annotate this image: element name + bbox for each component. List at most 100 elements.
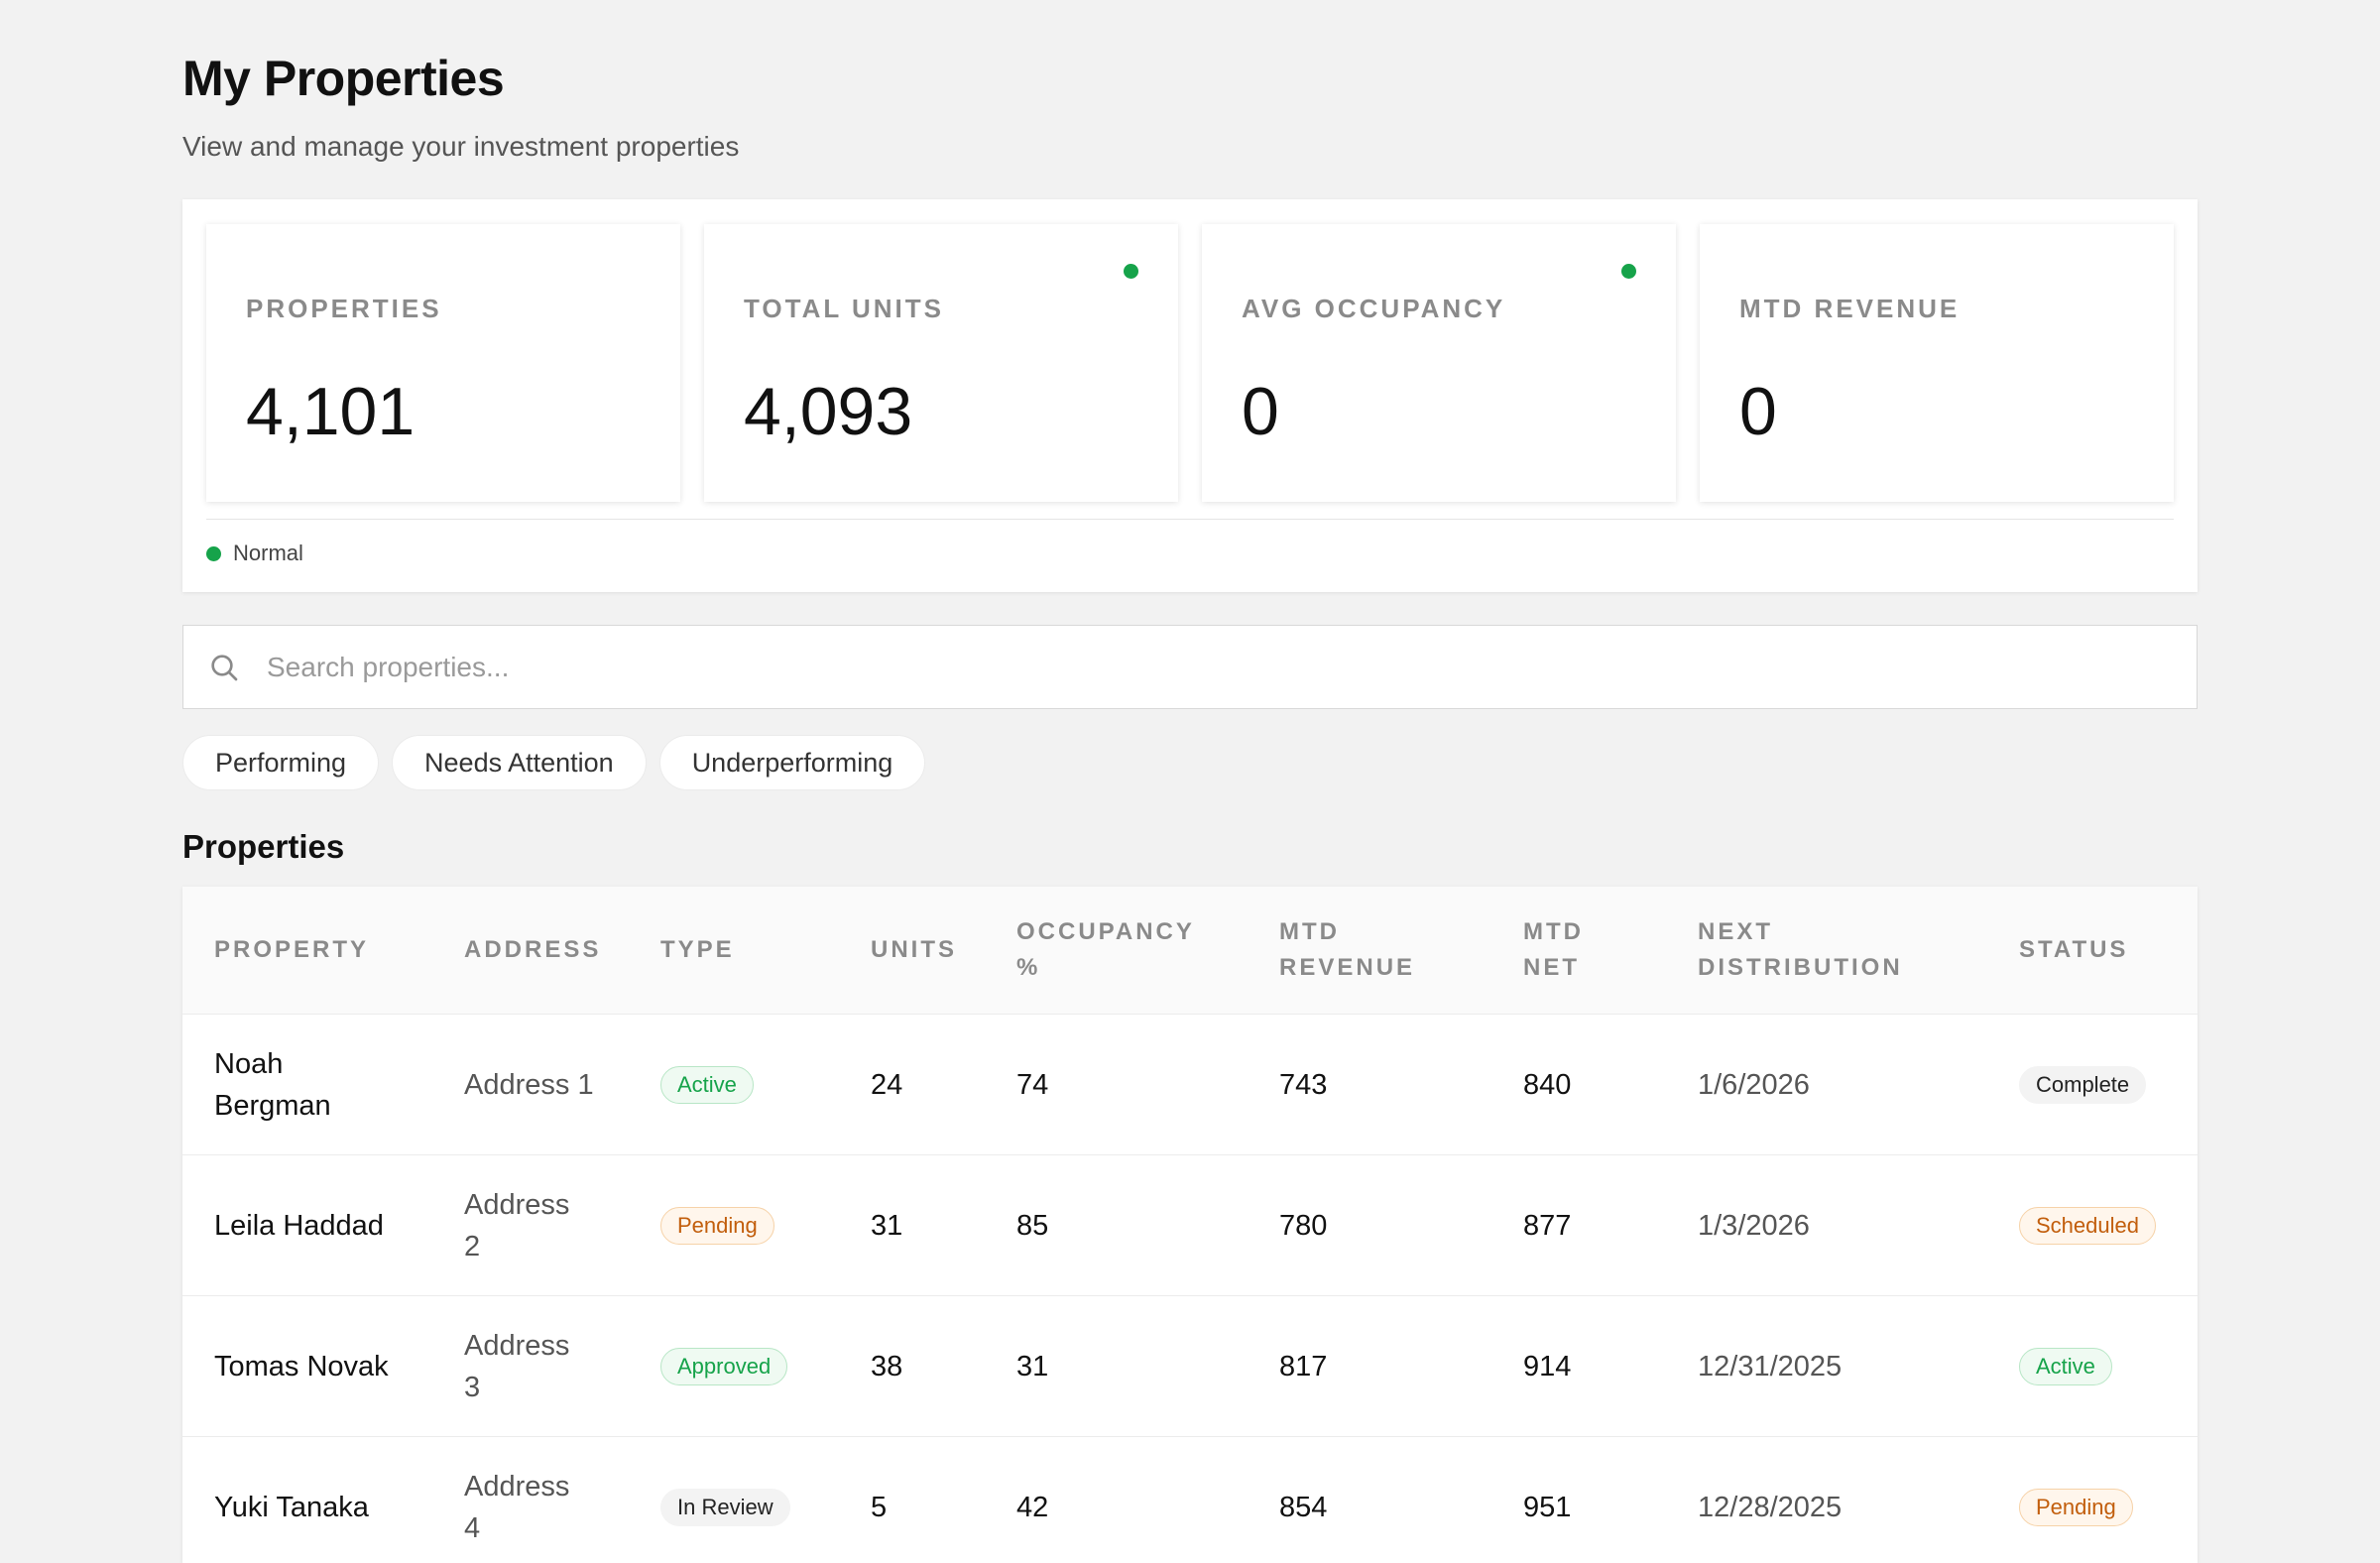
cell-units: 31 — [871, 1210, 903, 1242]
column-header-type[interactable]: TYPE — [660, 932, 735, 968]
cell-units: 5 — [871, 1492, 888, 1523]
stat-value: 4,101 — [246, 374, 416, 449]
cell-address: Address 1 — [464, 1015, 594, 1155]
cell-address: Address 3 — [464, 1296, 569, 1437]
cell-next-distribution: 1/3/2026 — [1698, 1210, 1810, 1242]
column-header-mtd-net[interactable]: MTD NET — [1523, 914, 1584, 986]
cell-mtd-revenue: 854 — [1279, 1492, 1328, 1523]
status-badge: Scheduled — [2019, 1207, 2156, 1245]
cell-units: 24 — [871, 1069, 903, 1101]
type-badge: Pending — [660, 1207, 774, 1245]
table-row[interactable]: Leila Haddad Address 2 Pending 31 85 780 … — [182, 1154, 2198, 1295]
address-text: 2 — [464, 1231, 481, 1262]
column-header-label: NET — [1523, 954, 1580, 981]
cell-occupancy: 74 — [1016, 1069, 1049, 1101]
page: My Properties View and manage your inves… — [0, 0, 2380, 1563]
status-badge: Pending — [2019, 1489, 2133, 1526]
search-bar[interactable] — [182, 625, 2198, 709]
property-name: Yuki Tanaka — [214, 1492, 369, 1523]
cell-property: Leila Haddad — [214, 1155, 384, 1296]
cell-next-distribution: 12/28/2025 — [1698, 1492, 1843, 1523]
column-header-occupancy[interactable]: OCCUPANCY% — [1016, 914, 1195, 986]
status-badge: Active — [2019, 1348, 2112, 1385]
type-badge: Active — [660, 1066, 754, 1104]
cell-occupancy: 31 — [1016, 1351, 1049, 1383]
column-header-mtd-revenue[interactable]: MTD REVENUE — [1279, 914, 1415, 986]
cell-type: Approved — [660, 1296, 788, 1437]
cell-mtd-revenue: 743 — [1279, 1069, 1328, 1101]
cell-occupancy: 42 — [1016, 1492, 1049, 1523]
column-header-address[interactable]: ADDRESS — [464, 932, 601, 968]
search-input[interactable] — [265, 636, 2197, 698]
cell-type: Pending — [660, 1155, 774, 1296]
address-text: 3 — [464, 1372, 481, 1403]
filter-chip-underperforming[interactable]: Underperforming — [658, 735, 926, 790]
address-text: Address — [464, 1189, 570, 1221]
column-header-label: UNITS — [871, 936, 957, 963]
legend-label: Normal — [233, 541, 303, 565]
column-header-label: OCCUPANCY — [1016, 918, 1195, 945]
page-title: My Properties — [182, 51, 505, 106]
stat-label: TOTAL UNITS — [744, 294, 944, 323]
filter-chip-needs-attention[interactable]: Needs Attention — [392, 735, 647, 790]
stat-value: 0 — [1242, 374, 1279, 449]
stat-label: AVG OCCUPANCY — [1242, 294, 1506, 323]
property-name: Bergman — [214, 1090, 331, 1122]
cell-type: In Review — [660, 1437, 790, 1563]
stat-card-total-units: TOTAL UNITS 4,093 — [704, 224, 1178, 502]
stats-panel: PROPERTIES 4,101 TOTAL UNITS 4,093 AVG O… — [182, 199, 2198, 592]
cell-mtd-net: 951 — [1523, 1492, 1572, 1523]
cell-address: Address 4 — [464, 1437, 569, 1563]
column-header-label: STATUS — [2019, 936, 2129, 963]
stat-card-avg-occupancy: AVG OCCUPANCY 0 — [1202, 224, 1676, 502]
divider — [206, 519, 2174, 520]
legend-dot-icon — [206, 545, 221, 561]
property-name: Noah — [214, 1048, 284, 1080]
section-title: Properties — [182, 828, 345, 865]
stat-label: PROPERTIES — [246, 294, 442, 323]
type-badge: Approved — [660, 1348, 788, 1385]
address-text: Address — [464, 1471, 570, 1503]
cell-mtd-revenue: 780 — [1279, 1210, 1328, 1242]
column-header-label: DISTRIBUTION — [1698, 954, 1903, 981]
table-row[interactable]: Yuki Tanaka Address 4 In Review 5 42 854 … — [182, 1436, 2198, 1563]
table-header: PROPERTY ADDRESS TYPE UNITS OCCUPANCY% M… — [182, 887, 2198, 1014]
column-header-label: PROPERTY — [214, 936, 370, 963]
table-row[interactable]: Noah Bergman Address 1 Active 24 74 743 8… — [182, 1014, 2198, 1154]
search-icon — [207, 651, 241, 684]
property-name: Leila Haddad — [214, 1210, 384, 1242]
cell-mtd-net: 914 — [1523, 1351, 1572, 1383]
cell-status: Scheduled — [2019, 1155, 2156, 1296]
properties-table: PROPERTY ADDRESS TYPE UNITS OCCUPANCY% M… — [182, 887, 2198, 1563]
table-row[interactable]: Tomas Novak Address 3 Approved 38 31 817 … — [182, 1295, 2198, 1436]
column-header-property[interactable]: PROPERTY — [214, 932, 369, 968]
stat-value: 0 — [1739, 374, 1777, 449]
cell-status: Active — [2019, 1296, 2112, 1437]
column-header-label: MTD — [1523, 918, 1584, 945]
status-dot-icon — [1621, 264, 1636, 279]
column-header-status[interactable]: STATUS — [2019, 932, 2128, 968]
page-subtitle: View and manage your investment properti… — [182, 131, 740, 162]
address-text: Address 1 — [464, 1069, 594, 1101]
legend: Normal — [206, 537, 303, 570]
cell-property: Noah Bergman — [214, 1015, 331, 1155]
cell-status: Complete — [2019, 1015, 2147, 1155]
column-header-label: NEXT — [1698, 918, 1774, 945]
column-header-next-distribution[interactable]: NEXT DISTRIBUTION — [1698, 914, 1903, 986]
cell-mtd-net: 840 — [1523, 1069, 1572, 1101]
cell-status: Pending — [2019, 1437, 2133, 1563]
filter-chip-performing[interactable]: Performing — [182, 735, 380, 790]
cell-mtd-revenue: 817 — [1279, 1351, 1328, 1383]
cell-mtd-net: 877 — [1523, 1210, 1572, 1242]
filter-chips: Performing Needs Attention Underperformi… — [182, 735, 926, 790]
stat-label: MTD REVENUE — [1739, 294, 1961, 323]
column-header-label: REVENUE — [1279, 954, 1416, 981]
cell-next-distribution: 12/31/2025 — [1698, 1351, 1843, 1383]
cell-units: 38 — [871, 1351, 903, 1383]
column-header-units[interactable]: UNITS — [871, 932, 957, 968]
type-badge: In Review — [660, 1489, 790, 1526]
column-header-label: TYPE — [660, 936, 735, 963]
cell-property: Yuki Tanaka — [214, 1437, 369, 1563]
cell-address: Address 2 — [464, 1155, 569, 1296]
stat-card-properties: PROPERTIES 4,101 — [206, 224, 680, 502]
